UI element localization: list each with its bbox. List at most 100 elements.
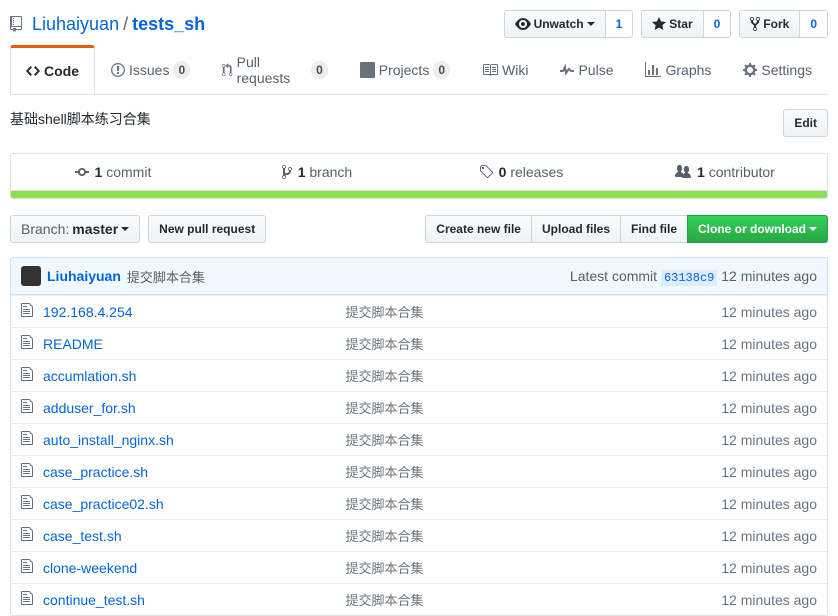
file-name-link[interactable]: auto_install_nginx.sh — [43, 432, 345, 448]
repo-link[interactable]: tests_sh — [132, 14, 205, 35]
file-name-link[interactable]: case_practice.sh — [43, 464, 345, 480]
file-name-link[interactable]: clone-weekend — [43, 560, 345, 576]
file-name-link[interactable]: accumlation.sh — [43, 368, 345, 384]
stat-releases[interactable]: 0 releases — [419, 154, 623, 190]
file-row: case_test.sh提交脚本合集12 minutes ago — [11, 519, 827, 551]
contributors-label: contributor — [709, 164, 775, 180]
create-file-button[interactable]: Create new file — [425, 215, 531, 243]
code-icon — [26, 63, 40, 79]
file-name-link[interactable]: continue_test.sh — [43, 592, 345, 608]
tab-pulse-label: Pulse — [578, 62, 613, 78]
watchers-count[interactable]: 1 — [606, 10, 634, 38]
file-commit-message[interactable]: 提交脚本合集 — [345, 302, 721, 321]
tab-pulls[interactable]: Pull requests 0 — [206, 46, 344, 94]
tab-graphs-label: Graphs — [665, 62, 711, 78]
avatar[interactable] — [21, 266, 41, 286]
new-pull-request-button[interactable]: New pull request — [148, 215, 266, 243]
edit-description-button[interactable]: Edit — [783, 109, 828, 137]
tab-projects-label: Projects — [379, 62, 430, 78]
file-icon — [21, 558, 33, 577]
file-age: 12 minutes ago — [721, 592, 817, 608]
star-icon — [652, 16, 666, 32]
graph-icon — [645, 62, 661, 78]
gear-icon — [743, 62, 757, 78]
commit-age: 12 minutes ago — [721, 268, 817, 284]
issues-count: 0 — [173, 61, 190, 79]
file-row: continue_test.sh提交脚本合集12 minutes ago — [11, 583, 827, 615]
tab-wiki[interactable]: Wiki — [466, 46, 544, 94]
file-commit-message[interactable]: 提交脚本合集 — [345, 398, 721, 417]
tab-settings[interactable]: Settings — [727, 46, 828, 94]
file-age: 12 minutes ago — [721, 336, 817, 352]
file-row: adduser_for.sh提交脚本合集12 minutes ago — [11, 391, 827, 423]
upload-files-button[interactable]: Upload files — [531, 215, 620, 243]
pull-request-icon — [222, 62, 232, 78]
file-commit-message[interactable]: 提交脚本合集 — [345, 590, 721, 609]
tab-code-label: Code — [44, 63, 79, 79]
file-name-link[interactable]: case_test.sh — [43, 528, 345, 544]
file-commit-message[interactable]: 提交脚本合集 — [345, 334, 721, 353]
file-commit-message[interactable]: 提交脚本合集 — [345, 558, 721, 577]
commits-label: commit — [106, 164, 151, 180]
stat-commits[interactable]: 1 commit — [11, 154, 215, 190]
stars-count[interactable]: 0 — [704, 10, 732, 38]
tab-pulse[interactable]: Pulse — [544, 46, 629, 94]
unwatch-label: Unwatch — [534, 14, 584, 34]
branch-select-button[interactable]: Branch: master — [10, 215, 140, 243]
tab-settings-label: Settings — [761, 62, 812, 78]
caret-down-icon — [121, 227, 129, 231]
tab-issues[interactable]: Issues 0 — [95, 46, 206, 94]
file-icon — [21, 590, 33, 609]
file-name-link[interactable]: README — [43, 336, 345, 352]
find-file-button[interactable]: Find file — [620, 215, 687, 243]
fork-label: Fork — [763, 14, 789, 34]
file-icon — [21, 494, 33, 513]
star-button[interactable]: Star — [641, 10, 703, 38]
file-name-link[interactable]: case_practice02.sh — [43, 496, 345, 512]
file-icon — [21, 334, 33, 353]
stat-contributors[interactable]: 1 contributor — [623, 154, 827, 190]
tab-projects[interactable]: Projects 0 — [344, 46, 466, 94]
clone-download-button[interactable]: Clone or download — [687, 215, 828, 243]
projects-count: 0 — [433, 61, 450, 79]
file-icon — [21, 526, 33, 545]
commit-icon — [75, 164, 89, 180]
tab-code[interactable]: Code — [10, 45, 95, 94]
pulls-count: 0 — [311, 61, 328, 79]
file-name-link[interactable]: 192.168.4.254 — [43, 304, 345, 320]
file-commit-message[interactable]: 提交脚本合集 — [345, 526, 721, 545]
commit-author[interactable]: Liuhaiyuan — [47, 268, 121, 284]
branch-name: master — [72, 219, 118, 239]
file-row: 192.168.4.254提交脚本合集12 minutes ago — [11, 295, 827, 327]
file-commit-message[interactable]: 提交脚本合集 — [345, 494, 721, 513]
file-row: clone-weekend提交脚本合集12 minutes ago — [11, 551, 827, 583]
file-commit-message[interactable]: 提交脚本合集 — [345, 462, 721, 481]
file-row: README提交脚本合集12 minutes ago — [11, 327, 827, 359]
latest-commit-label: Latest commit — [570, 268, 657, 284]
repo-icon — [10, 16, 26, 32]
owner-link[interactable]: Liuhaiyuan — [32, 14, 119, 35]
star-label: Star — [669, 14, 692, 34]
file-name-link[interactable]: adduser_for.sh — [43, 400, 345, 416]
branch-icon — [282, 164, 292, 180]
file-age: 12 minutes ago — [721, 400, 817, 416]
tab-wiki-label: Wiki — [502, 62, 528, 78]
commit-sha[interactable]: 63138c9 — [661, 270, 717, 286]
file-commit-message[interactable]: 提交脚本合集 — [345, 430, 721, 449]
tab-graphs[interactable]: Graphs — [629, 46, 727, 94]
language-color-bar[interactable] — [10, 191, 828, 199]
repo-description: 基础shell脚本练习合集 — [10, 109, 151, 129]
tab-pulls-label: Pull requests — [237, 54, 307, 86]
file-row: case_practice02.sh提交脚本合集12 minutes ago — [11, 487, 827, 519]
commit-message[interactable]: 提交脚本合集 — [127, 267, 205, 286]
book-icon — [482, 62, 498, 78]
tag-icon — [479, 164, 493, 180]
file-icon — [21, 398, 33, 417]
unwatch-button[interactable]: Unwatch — [504, 10, 606, 38]
stat-branches[interactable]: 1 branch — [215, 154, 419, 190]
file-commit-message[interactable]: 提交脚本合集 — [345, 366, 721, 385]
forks-count[interactable]: 0 — [800, 10, 828, 38]
project-icon — [360, 62, 375, 78]
fork-button[interactable]: Fork — [739, 10, 800, 38]
releases-label: releases — [510, 164, 563, 180]
